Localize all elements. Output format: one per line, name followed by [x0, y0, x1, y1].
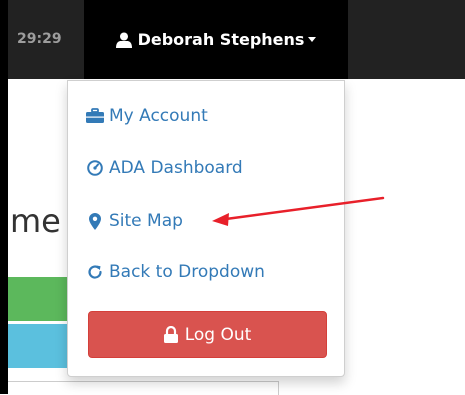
user-menu-toggle[interactable]: Deborah Stephens: [84, 0, 348, 79]
caret-down-icon: [308, 37, 317, 42]
session-timer: 29:29: [17, 31, 62, 47]
logout-button[interactable]: Log Out: [88, 311, 327, 358]
refresh-icon: [86, 263, 104, 281]
user-dropdown-menu: My Account ADA Dashboard Site Map Back t…: [67, 80, 345, 377]
menu-item-label: My Account: [109, 106, 208, 126]
content-panel-edge: [8, 381, 279, 395]
menu-item-label: Back to Dropdown: [109, 262, 265, 282]
menu-item-back-to-dropdown[interactable]: Back to Dropdown: [86, 262, 265, 282]
logout-label: Log Out: [184, 324, 252, 345]
lock-icon: [163, 325, 180, 344]
info-button-partial[interactable]: [8, 324, 68, 368]
menu-item-ada-dashboard[interactable]: ADA Dashboard: [86, 158, 243, 178]
menu-item-label: Site Map: [109, 211, 183, 231]
menu-item-site-map[interactable]: Site Map: [86, 211, 183, 231]
menu-item-label: ADA Dashboard: [109, 158, 243, 178]
page-heading-partial: me: [10, 202, 61, 240]
user-name: Deborah Stephens: [137, 30, 305, 49]
window-frame-left: [0, 0, 8, 394]
dashboard-icon: [86, 159, 104, 177]
success-button-partial[interactable]: [8, 277, 68, 321]
menu-item-my-account[interactable]: My Account: [86, 106, 208, 126]
briefcase-icon: [86, 107, 104, 125]
user-icon: [115, 32, 132, 48]
map-marker-icon: [86, 212, 104, 230]
